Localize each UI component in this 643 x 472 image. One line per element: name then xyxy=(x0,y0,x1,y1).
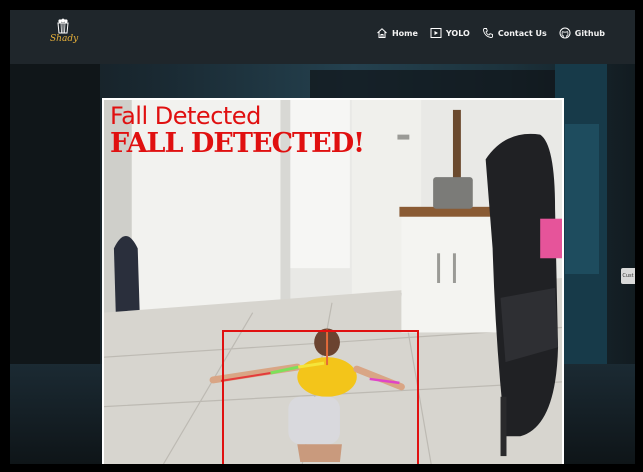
brand-logo[interactable]: Shady xyxy=(50,18,79,44)
nav-yolo[interactable]: YOLO xyxy=(430,27,470,39)
nav-contact-label: Contact Us xyxy=(497,28,547,38)
nav-github-label: Github xyxy=(574,28,605,38)
nav-yolo-label: YOLO xyxy=(445,28,470,38)
brand-name: Shady xyxy=(50,34,79,44)
background-door-panel xyxy=(565,124,599,274)
fall-alert-label: FALL DETECTED! xyxy=(110,128,365,159)
nav-contact[interactable]: Contact Us xyxy=(482,27,547,39)
nav-menu: Home YOLO Contact Us Github xyxy=(376,27,605,39)
popcorn-icon xyxy=(57,18,69,34)
detection-bounding-box xyxy=(222,330,419,464)
github-icon xyxy=(559,27,571,39)
detection-image: Fall Detected FALL DETECTED! xyxy=(102,98,564,464)
app-window: Shady Home YOLO Contact Us Github Cust F… xyxy=(8,8,637,466)
background-shelf xyxy=(310,70,570,100)
play-icon xyxy=(430,28,442,38)
side-tab[interactable]: Cust xyxy=(621,268,635,284)
nav-home-label: Home xyxy=(391,28,418,38)
fall-label: Fall Detected xyxy=(110,102,261,130)
nav-github[interactable]: Github xyxy=(559,27,605,39)
nav-home[interactable]: Home xyxy=(376,27,418,39)
home-icon xyxy=(377,28,387,38)
phone-icon xyxy=(482,28,493,38)
navbar: Shady Home YOLO Contact Us Github xyxy=(10,10,635,64)
